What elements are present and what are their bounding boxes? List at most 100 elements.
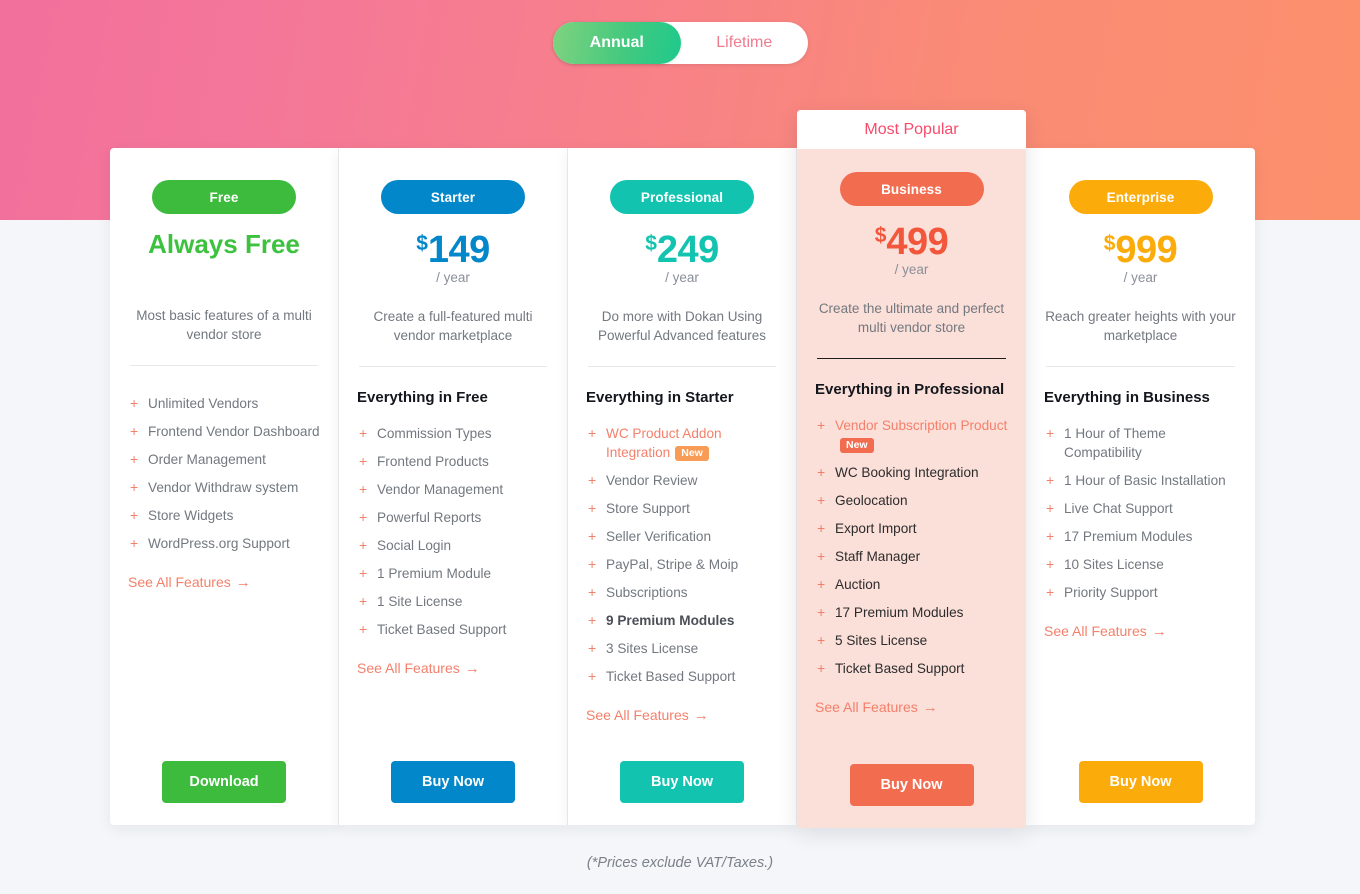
see-all-label: See All Features bbox=[815, 699, 918, 716]
billing-period-toggle[interactable]: Annual Lifetime bbox=[553, 22, 808, 64]
arrow-right-icon: → bbox=[922, 699, 938, 717]
plan-description: Create a full-featured multi vendor mark… bbox=[373, 309, 533, 343]
arrow-right-icon: → bbox=[464, 660, 480, 677]
plan-name-badge-starter[interactable]: Starter bbox=[381, 180, 525, 214]
see-all-features-link[interactable]: See All Features → bbox=[586, 707, 709, 724]
plus-icon: + bbox=[130, 451, 139, 467]
see-all-label: See All Features bbox=[586, 707, 689, 723]
plus-icon: + bbox=[588, 612, 597, 628]
feature-label: 17 Premium Modules bbox=[835, 605, 964, 621]
feature-label: Vendor Management bbox=[377, 482, 504, 497]
feature-label: 1 Site License bbox=[377, 594, 463, 609]
see-all-label: See All Features bbox=[357, 660, 460, 676]
feature-label: Ticket Based Support bbox=[377, 622, 507, 637]
price-amount: 499 bbox=[886, 221, 949, 263]
new-badge: New bbox=[840, 437, 874, 454]
feature-item: + Priority Support bbox=[1044, 583, 1237, 602]
plan-name-badge-business[interactable]: Business bbox=[839, 172, 984, 206]
cta-button-enterprise[interactable]: Buy Now bbox=[1078, 761, 1203, 803]
plus-icon: + bbox=[588, 584, 597, 600]
feature-item: +17 Premium Modules bbox=[1044, 527, 1237, 546]
feature-item: + Vendor Management bbox=[357, 480, 549, 499]
cta-button-free[interactable]: Download bbox=[162, 761, 286, 803]
feature-label: Subscriptions bbox=[606, 585, 688, 600]
feature-label: 5 Sites License bbox=[835, 633, 928, 649]
price-footnote: (*Prices exclude VAT/Taxes.) bbox=[586, 855, 774, 871]
feature-item: + Auction bbox=[815, 575, 1008, 594]
plus-icon: + bbox=[359, 425, 368, 441]
plus-icon: + bbox=[1046, 500, 1055, 516]
plan-name-badge-enterprise[interactable]: Enterprise bbox=[1068, 180, 1213, 214]
cta-button-starter[interactable]: Buy Now bbox=[391, 761, 515, 803]
price-amount: 149 bbox=[427, 229, 490, 271]
feature-label: Powerful Reports bbox=[377, 510, 482, 525]
feature-label: Social Login bbox=[377, 538, 452, 553]
plus-icon: + bbox=[817, 604, 826, 621]
plus-icon: + bbox=[817, 660, 826, 677]
feature-item: + Subscriptions bbox=[586, 583, 778, 602]
feature-label: 1 Hour of Basic Installation bbox=[1064, 473, 1226, 488]
feature-label: Priority Support bbox=[1064, 585, 1158, 600]
plus-icon: + bbox=[817, 417, 826, 434]
price-amount: 999 bbox=[1115, 229, 1178, 271]
plan-description: Create the ultimate and perfect multi ve… bbox=[818, 301, 1005, 335]
see-all-features-link[interactable]: See All Features → bbox=[357, 660, 480, 677]
arrow-right-icon: → bbox=[235, 574, 251, 591]
plus-icon: + bbox=[359, 621, 368, 637]
plus-icon: + bbox=[359, 509, 368, 525]
card-divider bbox=[130, 365, 318, 366]
features-heading: Everything in Business bbox=[1044, 389, 1210, 406]
see-all-features-link[interactable]: See All Features → bbox=[128, 574, 251, 591]
feature-item: +1 Hour of Basic Installation bbox=[1044, 471, 1237, 490]
cta-container: Buy Now bbox=[339, 761, 567, 803]
feature-label: 17 Premium Modules bbox=[1064, 529, 1193, 544]
features-heading: Everything in Free bbox=[357, 389, 488, 406]
feature-item: + Vendor Withdraw system bbox=[128, 478, 320, 497]
see-all-features-link[interactable]: See All Features → bbox=[815, 699, 938, 716]
plus-icon: + bbox=[588, 556, 597, 572]
feature-label: Frontend Vendor Dashboard bbox=[148, 424, 320, 439]
pricing-card-professional: Professional $249/ year Do more with Dokan… bbox=[568, 148, 797, 825]
feature-item: + Store Widgets bbox=[128, 506, 320, 525]
plus-icon: + bbox=[359, 537, 368, 553]
feature-item: +10 Sites License bbox=[1044, 555, 1237, 574]
pricing-card-enterprise: Enterprise $999/ year Reach greater height… bbox=[1026, 148, 1255, 825]
plus-icon: + bbox=[817, 492, 826, 509]
feature-item: + Vendor Subscription Product New bbox=[815, 416, 1008, 454]
card-divider bbox=[1046, 366, 1235, 367]
plus-icon: + bbox=[130, 535, 139, 551]
plus-icon: + bbox=[817, 548, 826, 565]
feature-label: Order Management bbox=[148, 452, 266, 467]
see-all-label: See All Features bbox=[1044, 623, 1147, 639]
feature-label: Vendor Withdraw system bbox=[148, 480, 299, 495]
pricing-card-starter: Starter $149/ year Create a full-featured … bbox=[339, 148, 568, 825]
arrow-right-icon: → bbox=[693, 707, 709, 724]
toggle-option-lifetime[interactable]: Lifetime bbox=[681, 22, 809, 64]
plan-name-badge-professional[interactable]: Professional bbox=[610, 180, 754, 214]
pricing-card-business: Most Popular Business $499/ year Create the… bbox=[797, 110, 1026, 828]
plan-name-badge-free[interactable]: Free bbox=[152, 180, 296, 214]
cta-container: Buy Now bbox=[1026, 761, 1255, 803]
plus-icon: + bbox=[359, 565, 368, 581]
feature-item: +1 Site License bbox=[357, 592, 549, 611]
plus-icon: + bbox=[1046, 556, 1055, 572]
feature-label: 10 Sites License bbox=[1064, 557, 1164, 572]
cta-button-professional[interactable]: Buy Now bbox=[620, 761, 744, 803]
feature-item: + Social Login bbox=[357, 536, 549, 555]
cta-container: Buy Now bbox=[568, 761, 796, 803]
plan-description: Do more with Dokan Using Powerful Advanc… bbox=[597, 309, 767, 343]
plus-icon: + bbox=[588, 528, 597, 544]
currency-symbol: $ bbox=[645, 232, 657, 255]
see-all-features-link[interactable]: See All Features → bbox=[1044, 623, 1167, 640]
cta-button-business[interactable]: Buy Now bbox=[849, 764, 974, 806]
feature-item: +1 Premium Module bbox=[357, 564, 549, 583]
feature-label: WordPress.org Support bbox=[148, 536, 290, 551]
feature-item: + Powerful Reports bbox=[357, 508, 549, 527]
see-all-label: See All Features bbox=[128, 574, 231, 590]
plan-period: / year bbox=[665, 270, 699, 285]
plus-icon: + bbox=[130, 423, 139, 439]
plus-icon: + bbox=[1046, 425, 1055, 441]
plus-icon: + bbox=[1046, 528, 1055, 544]
toggle-option-annual[interactable]: Annual bbox=[553, 22, 681, 64]
feature-item: + WC Booking Integration bbox=[815, 463, 1008, 482]
